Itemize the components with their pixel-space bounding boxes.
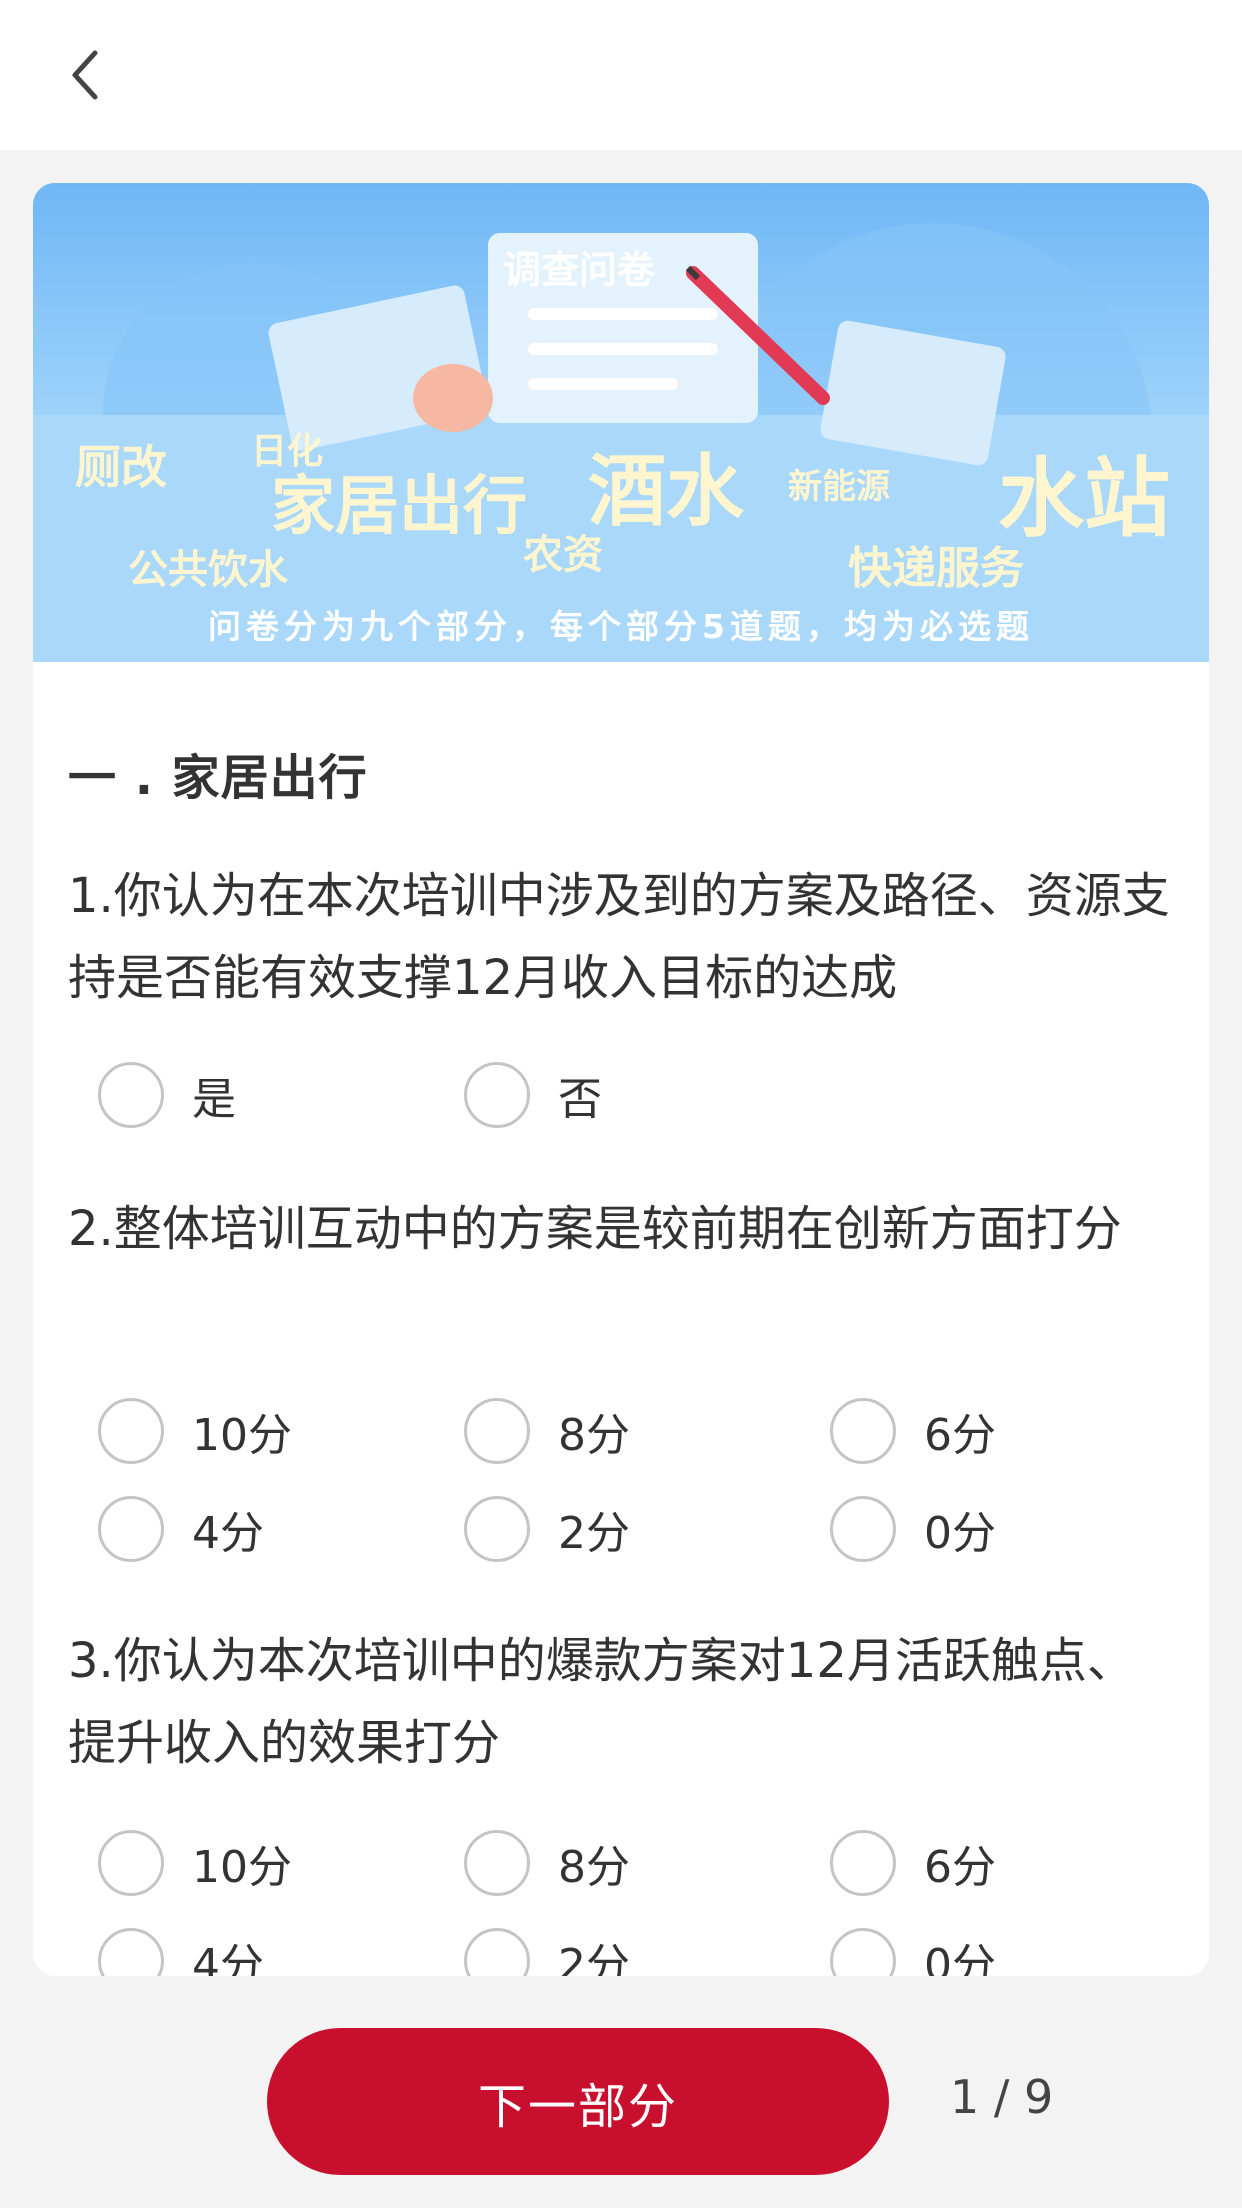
option-label: 2分 <box>558 1940 630 1976</box>
radio-button[interactable] <box>830 1398 896 1464</box>
option-label: 6分 <box>924 1842 996 1893</box>
q2-option-4[interactable]: 4分 <box>98 1494 264 1564</box>
survey-card: 调查问卷 厕改 日化 家居出行 酒水 新能源 水站 公共饮水 农资 快递服务 问… <box>33 183 1209 1976</box>
q2-option-10[interactable]: 10分 <box>98 1396 292 1466</box>
q1-option-yes[interactable]: 是 <box>98 1060 236 1130</box>
q3-option-10[interactable]: 10分 <box>98 1828 292 1898</box>
radio-button[interactable] <box>464 1830 530 1896</box>
survey-banner: 调查问卷 厕改 日化 家居出行 酒水 新能源 水站 公共饮水 农资 快递服务 问… <box>33 183 1209 662</box>
next-section-button[interactable]: 下一部分 <box>267 2028 889 2175</box>
option-label: 0分 <box>924 1508 996 1559</box>
radio-button[interactable] <box>464 1496 530 1562</box>
page-indicator: 1 / 9 <box>950 2070 1054 2124</box>
option-label: 2分 <box>558 1508 630 1559</box>
radio-button[interactable] <box>98 1928 164 1976</box>
banner-tag: 农资 <box>523 532 603 578</box>
radio-button[interactable] <box>830 1496 896 1562</box>
option-label: 6分 <box>924 1410 996 1461</box>
question-1-text: 1.你认为在本次培训中涉及到的方案及路径、资源支持是否能有效支撑12月收入目标的… <box>68 868 1170 1006</box>
radio-button[interactable] <box>98 1398 164 1464</box>
radio-button[interactable] <box>98 1496 164 1562</box>
q2-option-0[interactable]: 0分 <box>830 1494 996 1564</box>
banner-tag: 快递服务 <box>848 543 1024 594</box>
option-label: 4分 <box>192 1940 264 1976</box>
option-label: 10分 <box>192 1410 292 1461</box>
q3-option-8[interactable]: 8分 <box>464 1828 630 1898</box>
section-title: 一 . 家居出行 <box>68 750 368 806</box>
question-2-text: 2.整体培训互动中的方案是较前期在创新方面打分 <box>68 1201 1122 1257</box>
option-label: 8分 <box>558 1842 630 1893</box>
question-3-text: 3.你认为本次培训中的爆款方案对12月活跃触点、提升收入的效果打分 <box>68 1633 1135 1771</box>
q1-option-no[interactable]: 否 <box>464 1060 602 1130</box>
option-label: 0分 <box>924 1940 996 1976</box>
banner-tag: 日化 <box>251 431 323 472</box>
option-label: 8分 <box>558 1410 630 1461</box>
banner-tag: 家居出行 <box>271 470 527 544</box>
chevron-left-icon <box>72 50 98 100</box>
radio-button[interactable] <box>464 1398 530 1464</box>
option-label: 10分 <box>192 1842 292 1893</box>
radio-button[interactable] <box>464 1062 530 1128</box>
banner-tag: 水站 <box>998 449 1170 549</box>
banner-tag: 公共饮水 <box>128 547 289 593</box>
q2-option-2[interactable]: 2分 <box>464 1494 630 1564</box>
banner-title: 调查问卷 <box>503 248 656 292</box>
radio-button[interactable] <box>98 1062 164 1128</box>
banner-tag: 厕改 <box>75 440 167 494</box>
banner-note: 问卷分为九个部分，每个部分5道题，均为必选题 <box>208 607 1034 646</box>
option-label: 4分 <box>192 1508 264 1559</box>
option-label: 否 <box>558 1074 602 1125</box>
q3-option-0[interactable]: 0分 <box>830 1926 996 1976</box>
q2-option-8[interactable]: 8分 <box>464 1396 630 1466</box>
banner-tag: 酒水 <box>588 447 745 537</box>
q2-option-6[interactable]: 6分 <box>830 1396 996 1466</box>
radio-button[interactable] <box>98 1830 164 1896</box>
q3-option-2[interactable]: 2分 <box>464 1926 630 1976</box>
banner-tag: 新能源 <box>788 467 890 507</box>
option-label: 是 <box>192 1074 236 1125</box>
top-bar <box>0 0 1242 150</box>
radio-button[interactable] <box>830 1928 896 1976</box>
banner-illustration: 调查问卷 厕改 日化 家居出行 酒水 新能源 水站 公共饮水 农资 快递服务 问… <box>33 183 1209 662</box>
q3-option-6[interactable]: 6分 <box>830 1828 996 1898</box>
q3-option-4[interactable]: 4分 <box>98 1926 264 1976</box>
back-button[interactable] <box>40 30 130 120</box>
radio-button[interactable] <box>830 1830 896 1896</box>
radio-button[interactable] <box>464 1928 530 1976</box>
